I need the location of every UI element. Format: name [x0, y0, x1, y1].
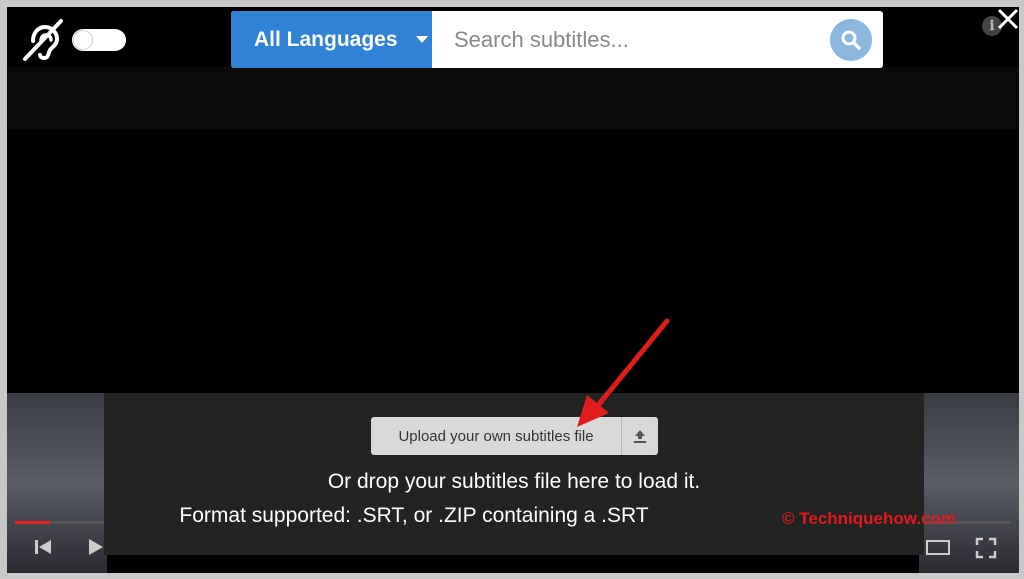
search-icon	[841, 30, 861, 50]
search-input[interactable]	[432, 11, 812, 68]
toggle-knob	[74, 31, 92, 49]
caret-down-icon	[415, 36, 428, 43]
watermark: © Techniquehow.com	[782, 509, 957, 528]
video-player: All Languages i Upload your own subtitle…	[7, 7, 1019, 573]
drop-hint: Or drop your subtitles file here to load…	[327, 470, 701, 493]
fullscreen-icon[interactable]	[975, 537, 997, 559]
annotation-arrow	[577, 318, 670, 427]
accessibility-toggle[interactable]	[72, 29, 126, 51]
play-icon[interactable]	[85, 537, 105, 557]
skip-previous-icon[interactable]	[33, 537, 53, 557]
upload-subtitles-panel[interactable]: Upload your own subtitles file Or drop y…	[104, 393, 924, 555]
subtitle-search-bar: All Languages	[231, 11, 883, 68]
hearing-accessibility-icon	[23, 19, 63, 61]
search-button[interactable]	[830, 19, 872, 61]
format-hint: Format supported: .SRT, or .ZIP containi…	[179, 504, 649, 527]
video-area-top	[7, 67, 1019, 129]
language-dropdown[interactable]: All Languages	[231, 11, 432, 68]
language-dropdown-label: All Languages	[254, 27, 398, 51]
close-icon[interactable]	[996, 7, 1019, 31]
theater-mode-icon[interactable]	[925, 537, 951, 557]
